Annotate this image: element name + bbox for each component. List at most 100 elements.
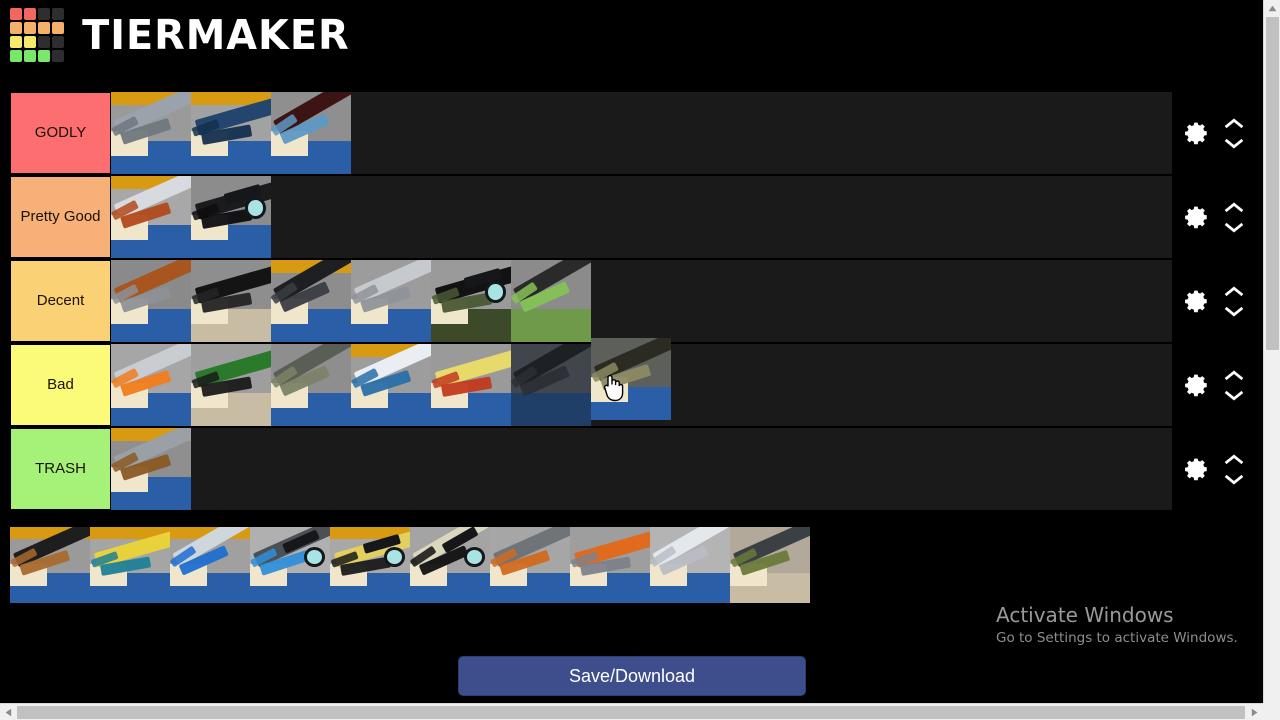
scroll-right-arrow-icon[interactable] <box>1246 704 1263 720</box>
tier-label-4[interactable]: TRASH <box>10 428 111 510</box>
item-thumbnail <box>730 527 810 603</box>
tier-drop-area-4[interactable] <box>111 428 1172 510</box>
horizontal-scrollbar[interactable] <box>0 703 1280 720</box>
item-thumbnail <box>650 527 730 603</box>
item-thumbnail <box>111 176 191 258</box>
logo-cell-2-1 <box>24 36 36 48</box>
item-thumbnail <box>351 260 431 342</box>
chevron-down-icon[interactable] <box>1224 138 1244 149</box>
revolver-silver[interactable] <box>351 260 431 342</box>
rifle-wood-gray[interactable] <box>111 428 191 510</box>
tier-settings-button-3[interactable] <box>1184 372 1210 398</box>
item-thumbnail <box>191 92 271 174</box>
logo-cell-2-3 <box>52 36 64 48</box>
gear-icon[interactable] <box>1184 372 1210 398</box>
rifle-navy[interactable] <box>191 92 271 174</box>
tier-settings-button-1[interactable] <box>1184 204 1210 230</box>
watermark-subtitle: Go to Settings to activate Windows. <box>996 630 1238 646</box>
scroll-up-arrow-icon[interactable] <box>1264 0 1280 17</box>
rifle-darkred[interactable] <box>271 92 351 174</box>
rifle-orange-wood[interactable] <box>570 527 650 603</box>
item-thumbnail <box>410 527 490 603</box>
gun-white-blue[interactable] <box>351 344 431 426</box>
tier-label-3[interactable]: Bad <box>10 344 111 426</box>
chevron-down-icon[interactable] <box>1224 306 1244 317</box>
rifle-green[interactable] <box>191 344 271 426</box>
shotgun-gray[interactable] <box>111 92 191 174</box>
gear-icon[interactable] <box>1184 120 1210 146</box>
tier-settings-button-0[interactable] <box>1184 120 1210 146</box>
tier-move-buttons-3 <box>1224 370 1244 401</box>
rifle-orange-tip[interactable] <box>111 344 191 426</box>
rifle-white-silver[interactable] <box>650 527 730 603</box>
gear-icon[interactable] <box>1184 288 1210 314</box>
save-download-button[interactable]: Save/Download <box>458 656 806 696</box>
sniper-yellow-scope[interactable] <box>330 527 410 603</box>
sniper-black-scope[interactable] <box>191 176 271 258</box>
gun-yellow[interactable] <box>431 344 511 426</box>
sniper-black-wood[interactable] <box>10 527 90 603</box>
tier-label-0[interactable]: GODLY <box>10 92 111 174</box>
item-thumbnail <box>431 344 511 426</box>
chevron-up-icon[interactable] <box>1224 286 1244 297</box>
windows-activation-watermark: Activate Windows Go to Settings to activ… <box>996 602 1238 646</box>
item-thumbnail <box>191 344 271 426</box>
watermark-title: Activate Windows <box>996 603 1174 627</box>
chevron-up-icon[interactable] <box>1224 454 1244 465</box>
tier-drop-area-1[interactable] <box>111 176 1172 258</box>
tier-drop-area-0[interactable] <box>111 92 1172 174</box>
chevron-up-icon[interactable] <box>1224 118 1244 129</box>
scroll-left-arrow-icon[interactable] <box>0 704 17 720</box>
logo-cell-1-0 <box>10 22 22 34</box>
gun-yellow-teal[interactable] <box>90 527 170 603</box>
rifle-wood[interactable] <box>111 260 191 342</box>
tier-controls-2 <box>1172 260 1255 342</box>
tiermaker-logo-grid <box>10 8 64 62</box>
pistol-black[interactable] <box>271 260 351 342</box>
logo-cell-0-1 <box>24 8 36 20</box>
item-thumbnail <box>111 344 191 426</box>
tier-settings-button-2[interactable] <box>1184 288 1210 314</box>
logo-cell-0-3 <box>52 8 64 20</box>
sniper-olive[interactable] <box>431 260 511 342</box>
rifle-blue-white[interactable] <box>170 527 250 603</box>
unsorted-item-tray[interactable] <box>10 527 810 603</box>
tier-move-buttons-1 <box>1224 202 1244 233</box>
rifle-green-helmet[interactable] <box>511 260 591 342</box>
logo-cell-1-3 <box>52 22 64 34</box>
rifle-tan-scope[interactable] <box>410 527 490 603</box>
chevron-down-icon[interactable] <box>1224 474 1244 485</box>
logo-cell-3-1 <box>24 50 36 62</box>
tier-label-1[interactable]: Pretty Good <box>10 176 111 258</box>
item-thumbnail <box>111 92 191 174</box>
rifle-gray-olive[interactable] <box>271 344 351 426</box>
tier-row-pretty-good: Pretty Good <box>10 174 1255 258</box>
vertical-scrollbar[interactable] <box>1263 0 1280 703</box>
tier-drop-area-2[interactable] <box>111 260 1172 342</box>
item-thumbnail <box>191 176 271 258</box>
rifle-white[interactable] <box>111 176 191 258</box>
rifle-olive-dragged[interactable] <box>591 338 671 420</box>
vertical-scrollbar-thumb[interactable] <box>1266 17 1279 350</box>
tier-controls-3 <box>1172 344 1255 426</box>
item-thumbnail <box>111 260 191 342</box>
rifle-black[interactable] <box>191 260 271 342</box>
sniper-blue-scope[interactable] <box>250 527 330 603</box>
rifle-dark-shadow[interactable] <box>511 344 591 426</box>
app-header: TIERMAKER <box>0 0 1255 70</box>
gear-icon[interactable] <box>1184 456 1210 482</box>
item-thumbnail <box>191 260 271 342</box>
horizontal-scrollbar-thumb[interactable] <box>17 706 1245 719</box>
gear-icon[interactable] <box>1184 204 1210 230</box>
tier-settings-button-4[interactable] <box>1184 456 1210 482</box>
chevron-up-icon[interactable] <box>1224 202 1244 213</box>
item-thumbnail <box>351 344 431 426</box>
tier-move-buttons-4 <box>1224 454 1244 485</box>
chevron-down-icon[interactable] <box>1224 390 1244 401</box>
revolver-dark[interactable] <box>730 527 810 603</box>
shotgun-gray-orange[interactable] <box>490 527 570 603</box>
chevron-down-icon[interactable] <box>1224 222 1244 233</box>
tier-label-2[interactable]: Decent <box>10 260 111 342</box>
tier-drop-area-3[interactable] <box>111 338 1172 426</box>
chevron-up-icon[interactable] <box>1224 370 1244 381</box>
